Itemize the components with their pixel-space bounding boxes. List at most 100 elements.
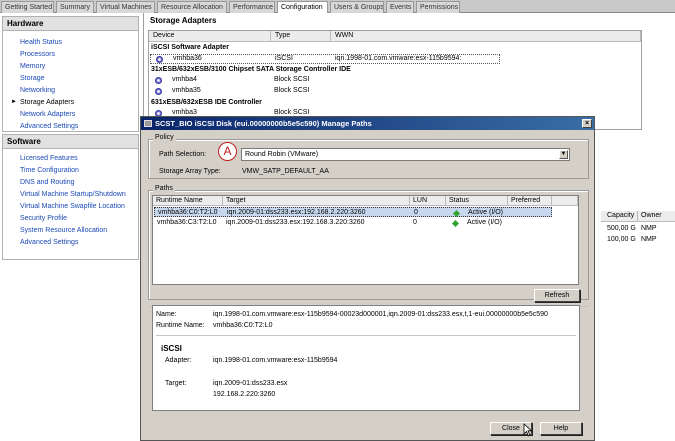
paths-table: Runtime Name Target LUN Status Preferred… [152,195,579,285]
annotation-marker: A [218,142,237,161]
policy-group-label: Policy [153,134,176,141]
runtime-name-value: vmhba36:C0:T2:L0 [213,322,273,329]
path-selection-value: Round Robin (VMware) [245,151,319,158]
table-row[interactable]: vmhba36 iSCSI iqn.1998-01.com.vmware:esx… [150,54,500,64]
dialog-title-bar[interactable]: SCST_BIO iSCSI Disk (eui.00000000b5e5c59… [141,117,594,130]
device-cell: vmhba3 [172,109,197,116]
disk-icon [144,120,152,127]
nav-advanced-settings-sw[interactable]: Advanced Settings [20,239,78,246]
active-status-icon [451,219,460,228]
nav-network-adapters[interactable]: Network Adapters [20,111,75,118]
adapter-group-name: 631xESB/632xESB IDE Controller [151,99,262,106]
help-button[interactable]: Help [540,422,582,435]
target-label: Target: [165,380,187,387]
runtime-cell: vmhba36:C3:T2:L0 [157,219,217,226]
refresh-button[interactable]: Refresh [534,289,580,302]
paths-group-label: Paths [153,185,175,192]
nav-dns-routing[interactable]: DNS and Routing [20,179,74,186]
col-owner[interactable]: Owner [641,212,662,219]
type-cell: Block SCSI [274,76,310,83]
hardware-section: Hardware Health Status Processors Memory… [2,16,139,132]
tab-virtual-machines[interactable]: Virtual Machines [96,1,155,13]
nav-security-profile[interactable]: Security Profile [20,215,67,222]
path-row[interactable]: vmhba36:C0:T2:L0 iqn.2009-01:dss233.esx:… [154,207,552,218]
config-sidebar: Hardware Health Status Processors Memory… [0,13,144,441]
tab-getting-started[interactable]: Getting Started [1,1,54,13]
adapter-group-name: 31xESB/632xESB/3100 Chipset SATA Storage… [151,66,351,73]
wwn-cell: iqn.1998-01.com.vmware:esx-115b9594: [335,55,462,62]
status-cell: Active (I/O) [468,209,504,216]
tab-events[interactable]: Events [386,1,414,13]
path-selection-label: Path Selection: [159,151,207,158]
path-details-panel: Name: iqn.1998-01.com.vmware:esx-115b959… [152,305,580,411]
capacity-cell: 500,00 G [607,225,636,232]
lun-cell: 0 [414,209,418,216]
col-runtime-name[interactable]: Runtime Name [153,196,223,206]
mouse-cursor-icon [523,423,533,437]
close-icon[interactable]: × [582,119,592,128]
tab-resource-allocation[interactable]: Resource Allocation [157,1,227,13]
software-header: Software [3,135,138,149]
adapter-label: Adapter: [165,357,192,364]
tab-users-groups[interactable]: Users & Groups [330,1,384,13]
col-device[interactable]: Device [149,31,271,42]
selected-bullet: ► [11,99,17,105]
path-row[interactable]: vmhba36:C3:T2:L0 iqn.2009-01:dss233.esx:… [154,218,552,228]
hardware-header: Hardware [3,17,138,31]
owner-cell: NMP [641,236,657,243]
tab-permissions[interactable]: Permissions [416,1,460,13]
storage-array-type-value: VMW_SATP_DEFAULT_AA [242,168,329,175]
dialog-title: SCST_BIO iSCSI Disk (eui.00000000b5e5c59… [155,119,372,128]
software-section: Software Licensed Features Time Configur… [2,134,139,260]
nav-storage-adapters[interactable]: Storage Adapters [20,99,74,106]
nav-storage[interactable]: Storage [20,75,45,82]
name-value: iqn.1998-01.com.vmware:esx-115b9594-0002… [213,311,548,318]
tab-summary[interactable]: Summary [56,1,94,13]
col-lun[interactable]: LUN [410,196,446,206]
lun-cell: 0 [413,219,417,226]
owner-cell: NMP [641,225,657,232]
nav-health-status[interactable]: Health Status [20,39,62,46]
table-row[interactable]: vmhba35 Block SCSI [150,87,500,97]
col-filler [552,196,578,206]
nav-processors[interactable]: Processors [20,51,55,58]
hba-icon [155,88,162,95]
col-status[interactable]: Status [446,196,508,206]
hba-icon [155,77,162,84]
device-cell: vmhba35 [172,87,201,94]
path-selection-dropdown[interactable]: Round Robin (VMware) ▼ [241,148,570,161]
target-address-value: 192.168.2.220:3260 [213,391,276,398]
adapter-value: iqn.1998-01.com.vmware:esx-115b9594 [213,357,338,364]
tab-performance[interactable]: Performance [229,1,275,13]
device-cell: vmhba4 [172,76,197,83]
target-cell: iqn.2009-01:dss233.esx:192.168.3.220:326… [226,219,365,226]
nav-licensed-features[interactable]: Licensed Features [20,155,78,162]
iscsi-section-title: iSCSI [161,344,182,353]
col-wwn[interactable]: WWN [331,31,641,42]
divider [156,335,576,336]
type-cell: iSCSI [275,55,293,62]
col-target[interactable]: Target [223,196,410,206]
nav-networking[interactable]: Networking [20,87,55,94]
nav-memory[interactable]: Memory [20,63,45,70]
runtime-name-label: Runtime Name: [156,322,205,329]
nav-vm-swapfile-location[interactable]: Virtual Machine Swapfile Location [20,203,125,210]
nav-vm-startup-shutdown[interactable]: Virtual Machine Startup/Shutdown [20,191,126,198]
col-capacity[interactable]: Capacity [607,212,634,219]
nav-system-resource-allocation[interactable]: System Resource Allocation [20,227,107,234]
target-value: iqn.2009-01:dss233.esx [213,380,288,387]
chevron-down-icon[interactable]: ▼ [559,150,568,159]
nav-time-configuration[interactable]: Time Configuration [20,167,79,174]
hba-icon [156,56,163,63]
target-cell: iqn.2009-01:dss233.esx:192.168.2.220:326… [227,209,366,216]
col-preferred[interactable]: Preferred [508,196,552,206]
capacity-cell: 100,00 G [607,236,636,243]
name-label: Name: [156,311,177,318]
table-row[interactable]: vmhba4 Block SCSI [150,76,500,86]
page-title: Storage Adapters [150,16,217,25]
storage-adapters-grid: Device Type WWN iSCSI Software Adapter v… [148,30,642,130]
storage-array-type-label: Storage Array Type: [159,168,221,175]
nav-advanced-settings-hw[interactable]: Advanced Settings [20,123,78,130]
adapter-group-name: iSCSI Software Adapter [151,44,229,51]
col-type[interactable]: Type [271,31,331,42]
